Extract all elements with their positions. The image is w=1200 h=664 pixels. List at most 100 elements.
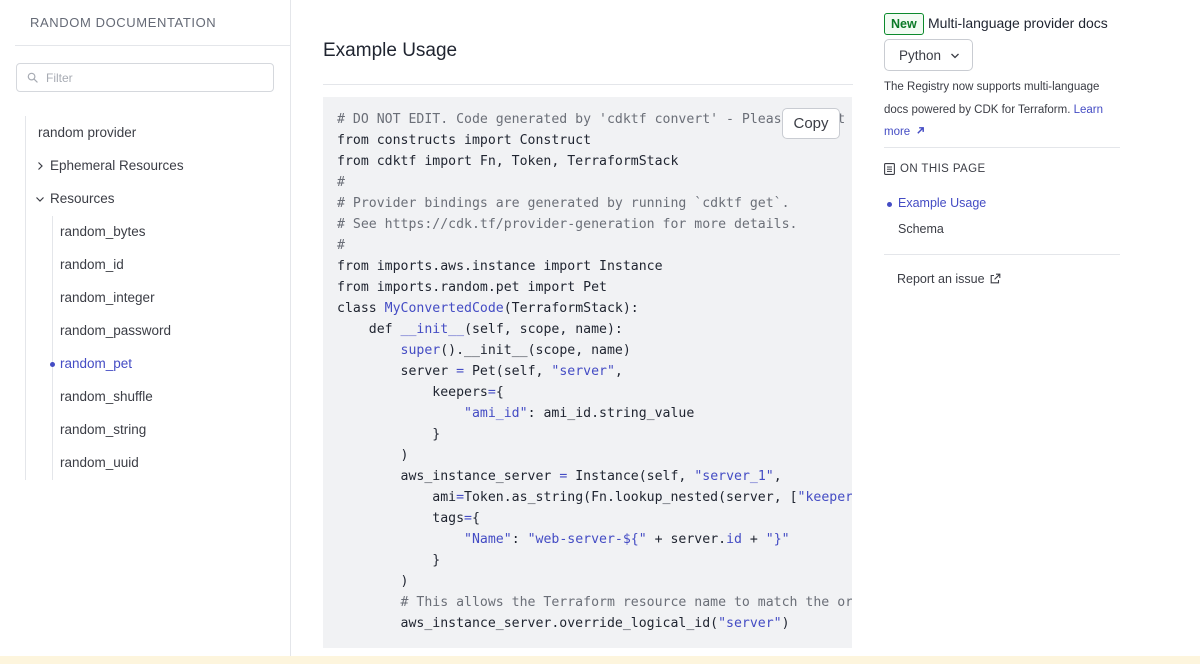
chevron-down-icon [951,53,959,59]
code-token: (TerraformStack): [503,301,639,316]
code-line: aws_instance_server.override_logical_id(… [337,613,852,634]
code-line: "Name": "web-server-${" + server.id + "}… [337,529,852,550]
code-token: (self, scope, name): [464,322,623,337]
nav-tree-line [25,116,26,480]
sidebar-item-label: random_bytes [60,224,146,239]
code-token: "server" [718,616,782,631]
description-line-1: The Registry now supports multi-language [884,81,1100,93]
code-token: "ami_id" [464,406,528,421]
code-token: def [337,322,401,337]
arrow-up-right-icon [917,127,925,134]
code-line: # See https://cdk.tf/provider-generation… [337,214,852,235]
active-item-bullet [50,362,55,367]
code-token: = [456,490,465,505]
sidebar-item-random-bytes[interactable]: random_bytes [60,224,146,239]
code-content: # DO NOT EDIT. Code generated by 'cdktf … [337,109,852,634]
sidebar-item-label: random_pet [60,356,133,371]
code-token: # DO NOT EDIT. Code generated by 'cdktf … [337,112,852,127]
copy-button[interactable]: Copy [782,108,840,139]
code-token: ) [781,616,790,631]
code-line: # [337,172,852,193]
sidebar-item-random-shuffle[interactable]: random_shuffle [60,389,153,404]
sidebar-item-random-pet[interactable]: random_pet [60,356,132,371]
code-token: aws_instance_server [337,469,560,484]
report-issue-label: Report an issue [897,272,985,286]
learn-more-text: Learn [1073,103,1104,116]
report-issue-link[interactable]: Report an issue [897,272,1001,286]
code-token: Instance(self, [567,469,695,484]
code-token: { [495,385,504,400]
code-token: # Provider bindings are generated by run… [337,196,790,211]
sidebar-item-random-string[interactable]: random_string [60,422,146,437]
code-token: server [337,364,457,379]
code-token: Token.as_string(Fn.lookup_nested(server,… [464,490,798,505]
code-token: = [456,364,465,379]
code-token: + [741,532,766,547]
language-select[interactable]: Python [884,39,973,71]
toc-active-bullet [887,202,892,207]
chevron-right-icon [38,161,43,170]
code-token: : ami_id.string_value [527,406,695,421]
sidebar-item-label: random_password [60,323,172,338]
sidebar-item-ephemeral-resources[interactable]: Ephemeral Resources [35,158,184,173]
filter-field[interactable] [16,63,274,92]
code-token: ().__init__(scope, name) [440,343,631,358]
code-line: ) [337,445,852,466]
code-token: "server_1" [694,469,774,484]
search-icon [27,72,38,83]
sidebar-divider [15,45,291,46]
code-token: } [337,553,441,568]
code-token: ) [337,448,409,463]
page-title: Example Usage [323,40,458,61]
code-line: class MyConvertedCode(TerraformStack): [337,298,852,319]
on-this-page-heading: ON THIS PAGE [884,163,986,175]
sidebar-item-random-id[interactable]: random_id [60,257,124,272]
code-line: ami=Token.as_string(Fn.lookup_nested(ser… [337,487,852,508]
new-badge: New [884,13,924,35]
resources-tree-line [52,216,53,480]
code-token: __init__ [400,322,465,337]
code-line: server = Pet(self, "server", [337,361,852,382]
code-line: keepers={ [337,382,852,403]
code-line: "ami_id": ami_id.string_value [337,403,852,424]
code-token: from cdktf import Fn, Token, TerraformSt… [337,154,679,169]
sidebar-item-random-provider[interactable]: random provider [38,125,136,140]
code-line: super().__init__(scope, name) [337,340,852,361]
code-token: , [773,469,782,484]
code-token: : [511,532,528,547]
sidebar-item-label: random provider [38,125,137,140]
sidebar-item-random-password[interactable]: random_password [60,323,171,338]
language-select-value: Python [899,47,942,63]
code-token: "keepers" [797,490,852,505]
code-block[interactable]: # DO NOT EDIT. Code generated by 'cdktf … [323,97,852,648]
code-line: } [337,550,852,571]
sidebar-item-random-integer[interactable]: random_integer [60,290,155,305]
code-token: from imports.random.pet import Pet [337,280,607,295]
code-token: super [400,343,441,358]
code-token: } [337,427,441,442]
toc-item-example-usage[interactable]: Example Usage [898,196,986,210]
code-token: tags [337,511,465,526]
code-token: id [726,532,742,547]
filter-input[interactable] [46,70,266,85]
sidebar-item-label: random_integer [60,290,155,305]
code-token: { [472,511,480,526]
sidebar-item-label: random_string [60,422,147,437]
learn-more-text-2: more [884,126,911,138]
code-line: from cdktf import Fn, Token, TerraformSt… [337,151,852,172]
right-divider-2 [884,254,1120,255]
code-token: # [337,175,345,190]
code-line: def __init__(self, scope, name): [337,319,852,340]
code-token: keepers [337,385,488,400]
toc-item-schema[interactable]: Schema [898,222,944,236]
code-line: from imports.random.pet import Pet [337,277,852,298]
code-token: Pet(self, [464,364,552,379]
sidebar-item-resources[interactable]: Resources [35,191,115,206]
sidebar-item-random-uuid[interactable]: random_uuid [60,455,139,470]
code-line: tags={ [337,508,852,529]
code-line: # Provider bindings are generated by run… [337,193,852,214]
code-token: "web-server-${" [527,532,647,547]
sidebar: RANDOM DOCUMENTATION random provider Eph… [0,0,291,664]
